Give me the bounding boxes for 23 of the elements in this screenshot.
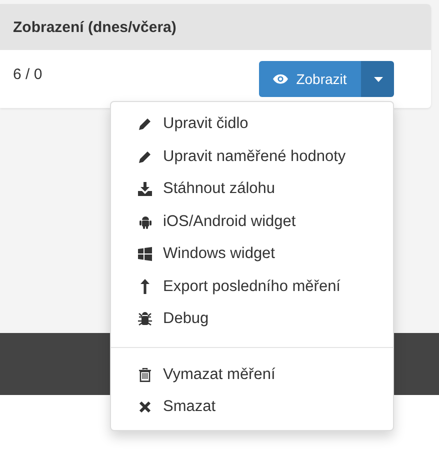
trash-icon bbox=[139, 368, 151, 382]
views-count: 6 / 0 bbox=[13, 66, 42, 83]
menu-item[interactable]: iOS/Android widget bbox=[111, 206, 393, 238]
menu-item[interactable]: Export posledního měření bbox=[111, 270, 393, 303]
pencil-icon bbox=[138, 117, 152, 132]
panel-title: Zobrazení (dnes/včera) bbox=[13, 18, 176, 36]
bug-icon bbox=[138, 312, 152, 326]
menu-item[interactable]: Debug bbox=[111, 303, 393, 336]
caret-icon bbox=[374, 76, 382, 82]
menu-item[interactable]: Windows widget bbox=[111, 238, 393, 270]
android-icon bbox=[138, 214, 152, 229]
close-icon bbox=[139, 401, 151, 414]
download-icon bbox=[138, 182, 152, 196]
windows-icon bbox=[138, 247, 152, 262]
show-button[interactable]: Zobrazit bbox=[259, 61, 362, 97]
pencil-icon bbox=[138, 150, 152, 164]
menu-item[interactable]: Upravit naměřené hodnoty bbox=[111, 140, 393, 173]
eye-icon bbox=[273, 74, 288, 84]
menu-item[interactable]: Stáhnout zálohu bbox=[111, 173, 393, 206]
dropdown-toggle[interactable] bbox=[362, 61, 394, 97]
menu-item[interactable]: Upravit čidlo bbox=[111, 108, 393, 140]
arrow-up-icon bbox=[140, 279, 150, 294]
menu-item[interactable]: Smazat bbox=[111, 391, 393, 424]
